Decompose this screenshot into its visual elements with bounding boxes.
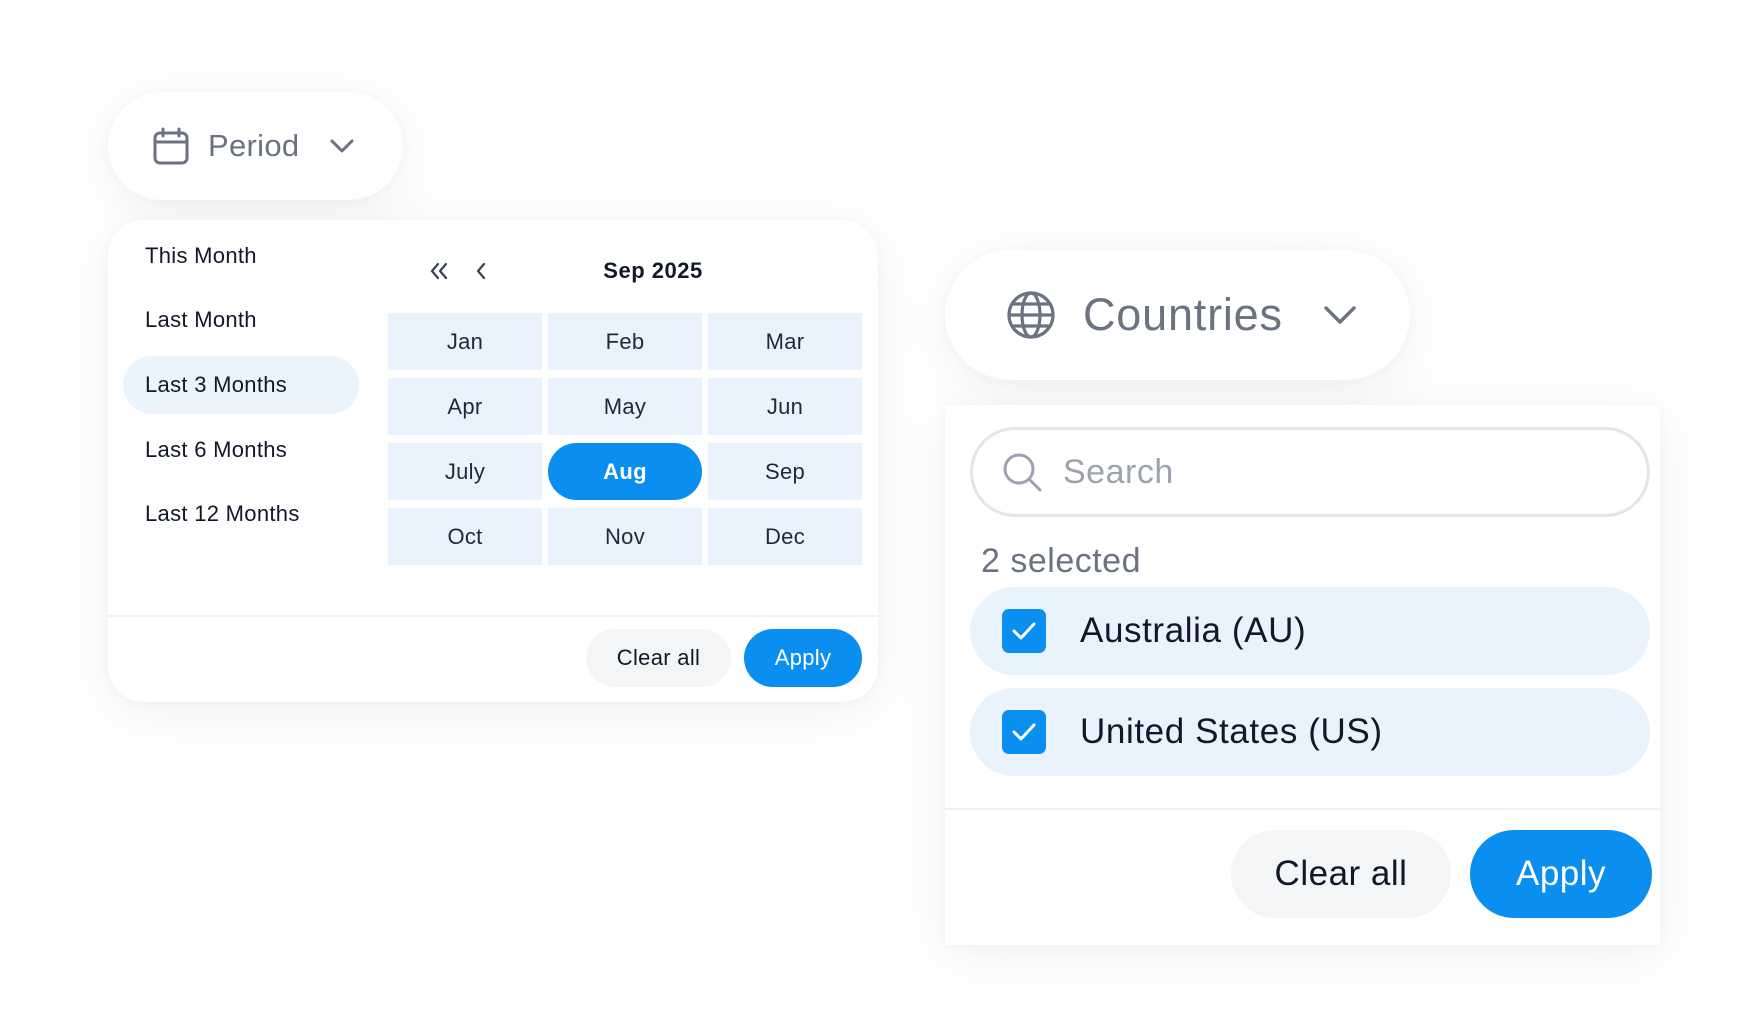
divider (945, 808, 1660, 810)
month-cell-dec[interactable]: Dec (708, 508, 862, 565)
calendar-navigation: Sep 2025 (108, 254, 878, 288)
countries-panel: 2 selected Australia (AU) United States … (945, 405, 1660, 945)
country-label: United States (US) (1080, 712, 1383, 751)
preset-last-month[interactable]: Last Month (123, 291, 359, 349)
month-cell-jan[interactable]: Jan (388, 313, 542, 370)
month-cell-oct[interactable]: Oct (388, 508, 542, 565)
calendar-icon (152, 126, 190, 166)
checkbox-checked[interactable] (1002, 710, 1046, 754)
country-option-us[interactable]: United States (US) (970, 688, 1650, 776)
period-clear-all-button[interactable]: Clear all (586, 629, 731, 687)
search-input[interactable] (1063, 452, 1623, 492)
preset-last-3-months[interactable]: Last 3 Months (123, 356, 359, 414)
search-field[interactable] (970, 427, 1650, 517)
checkbox-checked[interactable] (1002, 609, 1046, 653)
search-icon (1001, 451, 1043, 493)
preset-last-6-months[interactable]: Last 6 Months (123, 421, 359, 479)
period-dropdown-label: Period (208, 128, 300, 163)
month-cell-mar[interactable]: Mar (708, 313, 862, 370)
double-chevron-left-icon[interactable] (424, 254, 454, 288)
month-cell-jun[interactable]: Jun (708, 378, 862, 435)
calendar-current-label: Sep 2025 (603, 258, 703, 283)
chevron-left-icon[interactable] (466, 254, 496, 288)
period-panel: This Month Last Month Last 3 Months Last… (108, 220, 878, 702)
month-cell-feb[interactable]: Feb (548, 313, 702, 370)
selected-count: 2 selected (981, 542, 1141, 580)
month-cell-may[interactable]: May (548, 378, 702, 435)
country-label: Australia (AU) (1080, 611, 1307, 650)
country-option-au[interactable]: Australia (AU) (970, 587, 1650, 675)
countries-apply-button[interactable]: Apply (1470, 830, 1652, 918)
period-apply-button[interactable]: Apply (744, 629, 862, 687)
month-cell-apr[interactable]: Apr (388, 378, 542, 435)
countries-clear-all-button[interactable]: Clear all (1231, 830, 1451, 918)
divider (108, 615, 878, 617)
chevron-down-icon (1323, 305, 1357, 325)
month-cell-nov[interactable]: Nov (548, 508, 702, 565)
globe-icon (1005, 289, 1057, 341)
preset-last-12-months[interactable]: Last 12 Months (123, 485, 359, 543)
month-grid: Jan Feb Mar Apr May Jun July Aug Sep Oct… (388, 313, 862, 565)
countries-dropdown-trigger[interactable]: Countries (945, 250, 1410, 380)
countries-dropdown-label: Countries (1083, 289, 1283, 340)
chevron-down-icon (329, 138, 355, 154)
month-cell-jul[interactable]: July (388, 443, 542, 500)
month-cell-sep[interactable]: Sep (708, 443, 862, 500)
period-dropdown-trigger[interactable]: Period (108, 92, 403, 200)
month-cell-aug[interactable]: Aug (548, 443, 702, 500)
